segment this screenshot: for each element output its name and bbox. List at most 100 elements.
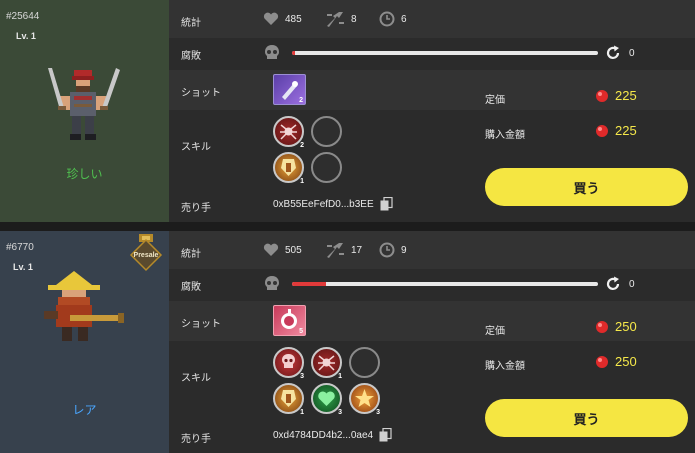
decay-counter: 0: [605, 276, 635, 292]
skill-slot-empty[interactable]: [349, 347, 380, 378]
skill-slot[interactable]: 1: [273, 152, 304, 185]
list-price-value: 225: [615, 88, 637, 103]
shot-label: ショット: [181, 319, 221, 330]
skull-icon: [265, 276, 279, 290]
skill-slot-empty[interactable]: [311, 152, 342, 183]
hearts-stat: 485: [263, 12, 302, 26]
skill-count: 3: [338, 409, 342, 416]
skill-slot[interactable]: 1: [273, 383, 304, 416]
presale-text: Presale: [133, 252, 159, 259]
presale-badge: Presale: [129, 234, 163, 274]
skill-count: 2: [300, 142, 304, 149]
refresh-icon[interactable]: [605, 276, 621, 292]
decay-bar: [292, 51, 598, 55]
heart-icon: [263, 12, 279, 25]
attack-stat: 17: [325, 241, 362, 259]
shot-count: 5: [299, 328, 303, 335]
heart-heal-icon: [318, 391, 335, 406]
ruby-icon: [596, 355, 608, 368]
hero-panel[interactable]: #25644 Lv. 1 珍しい: [0, 0, 169, 222]
attack-value: 8: [351, 13, 357, 25]
purchase-price-label: 購入金額: [485, 361, 525, 372]
card-separator: [0, 222, 695, 231]
decay-counter: 0: [605, 45, 635, 61]
decay-fill: [292, 51, 296, 55]
burst-icon: [355, 389, 374, 407]
attack-value: 17: [351, 244, 363, 256]
list-price-label: 定価: [485, 326, 505, 337]
time-value: 6: [401, 13, 407, 25]
decay-count-value: 0: [629, 47, 635, 59]
listing-card: #25644 Lv. 1 珍しい 統計 485 8 6 腐敗 0 ショット 2 …: [0, 0, 695, 222]
skull-icon: [282, 354, 295, 368]
hearts-value: 485: [285, 13, 302, 25]
stats-row: [169, 231, 695, 269]
spider-icon: [280, 124, 297, 140]
skill-label: スキル: [181, 373, 211, 384]
ruby-icon: [596, 320, 608, 333]
spider-icon: [318, 355, 335, 371]
hero-level: Lv. 1: [16, 31, 36, 41]
purchase-price-value: 225: [615, 123, 637, 138]
hero-sprite: [48, 68, 120, 140]
time-value: 9: [401, 244, 407, 256]
hero-level: Lv. 1: [13, 262, 33, 272]
list-price-label: 定価: [485, 95, 505, 106]
heart-icon: [263, 243, 279, 256]
clock-icon: [379, 242, 395, 258]
seller-label: 売り手: [181, 203, 211, 214]
shield-guard-icon: [281, 390, 296, 407]
decay-label: 腐敗: [181, 51, 201, 62]
seller-address: 0xd4784DD4b2...0ae4: [273, 428, 392, 442]
attack-icon: [327, 243, 344, 258]
skill-count: 1: [300, 178, 304, 185]
decay-bar: [292, 282, 598, 286]
skill-slot[interactable]: 2: [273, 116, 304, 149]
purchase-price-value: 250: [615, 354, 637, 369]
skull-icon: [265, 45, 279, 59]
clock-icon: [379, 11, 395, 27]
skill-slot[interactable]: 3: [273, 347, 304, 380]
refresh-icon[interactable]: [605, 45, 621, 61]
attack-stat: 8: [325, 10, 357, 28]
ruby-icon: [596, 89, 608, 102]
time-stat: 6: [379, 11, 407, 27]
skill-slot-empty[interactable]: [311, 116, 342, 147]
hero-rarity: レア: [72, 403, 97, 417]
skill-count: 3: [376, 409, 380, 416]
skill-slot[interactable]: 1: [311, 347, 342, 380]
hearts-value: 505: [285, 244, 302, 256]
shield-guard-icon: [281, 159, 296, 176]
hero-rarity: 珍しい: [66, 167, 103, 181]
shot-icon[interactable]: 5: [273, 305, 306, 336]
shot-count: 2: [299, 97, 303, 104]
stats-label: 統計: [181, 18, 201, 29]
listing-details: 統計 505 17 9 腐敗 0 ショット 5 スキル 3 1 1 3 3 売り…: [169, 231, 695, 453]
stats-label: 統計: [181, 249, 201, 260]
copy-icon[interactable]: [380, 197, 393, 211]
list-price-value: 250: [615, 319, 637, 334]
purchase-price: 225: [595, 123, 637, 138]
decay-count-value: 0: [629, 278, 635, 290]
time-stat: 9: [379, 242, 407, 258]
buy-button[interactable]: 買う: [485, 168, 688, 206]
decay-fill: [292, 282, 326, 286]
skill-slot[interactable]: 3: [311, 383, 342, 416]
attack-icon: [327, 12, 344, 27]
decay-label: 腐敗: [181, 282, 201, 293]
buy-button[interactable]: 買う: [485, 399, 688, 437]
seller-address-text: 0xB55EeFefD0...b3EE: [273, 198, 374, 210]
skill-count: 3: [300, 373, 304, 380]
hero-sprite: [44, 271, 124, 341]
purchase-price: 250: [595, 354, 637, 369]
shot-icon[interactable]: 2: [273, 74, 306, 105]
skill-slot[interactable]: 3: [349, 383, 380, 416]
stats-row: [169, 0, 695, 38]
list-price: 250: [595, 319, 637, 334]
hero-panel[interactable]: #6770 Lv. 1 Presale レア: [0, 231, 169, 453]
seller-label: 売り手: [181, 434, 211, 445]
skill-count: 1: [300, 409, 304, 416]
skill-count: 1: [338, 373, 342, 380]
hero-id: #25644: [6, 11, 40, 22]
copy-icon[interactable]: [379, 428, 392, 442]
